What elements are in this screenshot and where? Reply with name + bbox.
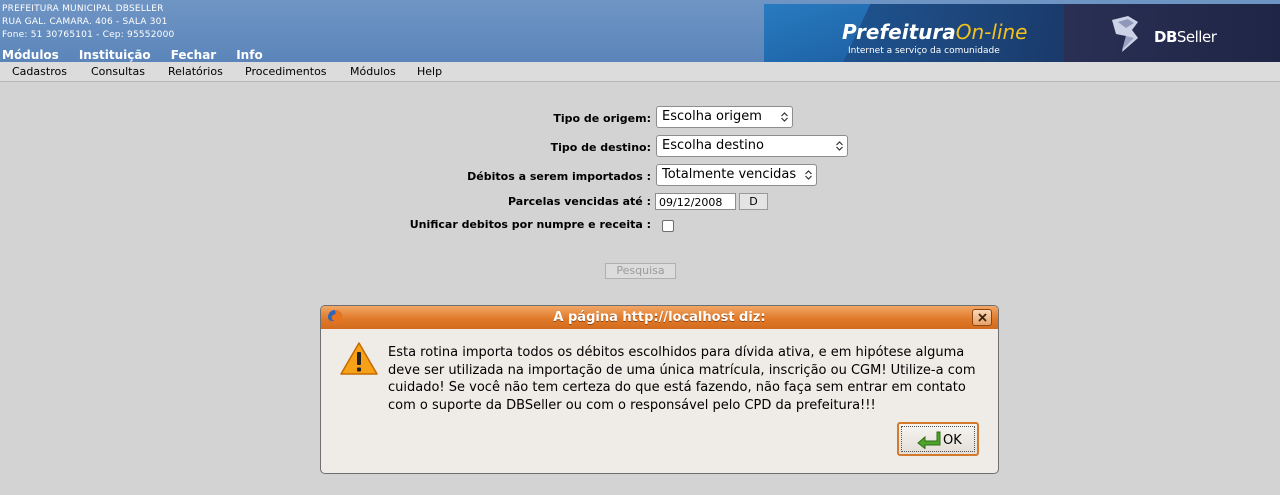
menu-consultas[interactable]: Consultas [91,65,145,78]
top-menu-fechar[interactable]: Fechar [171,48,217,62]
top-menu: Módulos Instituição Fechar Info [2,48,283,62]
origem-select[interactable]: Escolha origem [656,106,793,128]
dbseller-logo-icon [1112,16,1138,52]
destino-select-value: Escolha destino [662,138,764,153]
date-picker-button[interactable]: D [739,193,768,210]
origem-label: Tipo de origem: [553,112,651,125]
pesquisa-button[interactable]: Pesquisa [605,263,676,279]
select-arrows-icon [781,112,788,122]
dialog-message: Esta rotina importa todos os débitos esc… [388,345,976,413]
app-header: PREFEITURA MUNICIPAL DBSELLER RUA GAL. C… [0,0,1280,62]
brand-bold: DB [1154,28,1177,46]
unificar-label: Unificar debitos por numpre e receita : [409,218,651,231]
origem-select-value: Escolha origem [662,109,762,124]
menubar: Cadastros Consultas Relatórios Procedime… [0,62,1280,82]
menu-help[interactable]: Help [417,65,442,78]
dialog-title: A página http://localhost diz: [553,310,766,325]
logo-prefix: Prefeitura [842,20,956,44]
close-icon [978,313,987,322]
dialog-titlebar[interactable]: A página http://localhost diz: [321,306,998,329]
top-menu-instituicao[interactable]: Instituição [79,48,151,62]
menu-cadastros[interactable]: Cadastros [12,65,67,78]
parcelas-date-input[interactable]: 09/12/2008 [655,193,736,210]
menu-modulos[interactable]: Módulos [350,65,396,78]
address-block: PREFEITURA MUNICIPAL DBSELLER RUA GAL. C… [2,3,174,42]
prefeitura-online-banner: PrefeituraOn-line Internet a serviço da … [764,4,1064,62]
close-button[interactable] [972,309,992,326]
ok-label: OK [943,433,962,448]
dbseller-name: DBSeller [1154,28,1217,46]
logo-tagline: Internet a serviço da comunidade [848,46,1000,56]
destino-select[interactable]: Escolha destino [656,135,848,157]
top-menu-info[interactable]: Info [236,48,262,62]
destino-label: Tipo de destino: [550,141,651,154]
warning-icon [340,342,378,375]
enter-arrow-icon [917,431,941,449]
address-line-3: Fone: 51 30765101 - Cep: 95552000 [2,30,175,40]
address-line-1: PREFEITURA MUNICIPAL DBSELLER [2,4,164,14]
debitos-select-value: Totalmente vencidas [662,167,797,182]
debitos-select[interactable]: Totalmente vencidas [656,164,817,186]
alert-dialog: A página http://localhost diz: Esta roti… [320,305,999,474]
address-line-2: RUA GAL. CAMARA. 406 - SALA 301 [2,17,168,27]
ok-button[interactable]: OK [897,422,979,456]
select-arrows-icon [836,141,843,151]
unificar-checkbox[interactable] [662,220,674,232]
dbseller-banner: DBSeller [1064,4,1280,62]
parcelas-label: Parcelas vencidas até : [508,195,651,208]
menu-procedimentos[interactable]: Procedimentos [245,65,327,78]
select-arrows-icon [805,170,812,180]
logo-suffix: On-line [955,20,1028,44]
top-menu-modulos[interactable]: Módulos [2,48,59,62]
debitos-label: Débitos a serem importados : [467,170,651,183]
brand-rest: Seller [1176,28,1217,46]
prefeitura-online-logo: PrefeituraOn-line [842,20,1027,44]
menu-relatorios[interactable]: Relatórios [168,65,223,78]
